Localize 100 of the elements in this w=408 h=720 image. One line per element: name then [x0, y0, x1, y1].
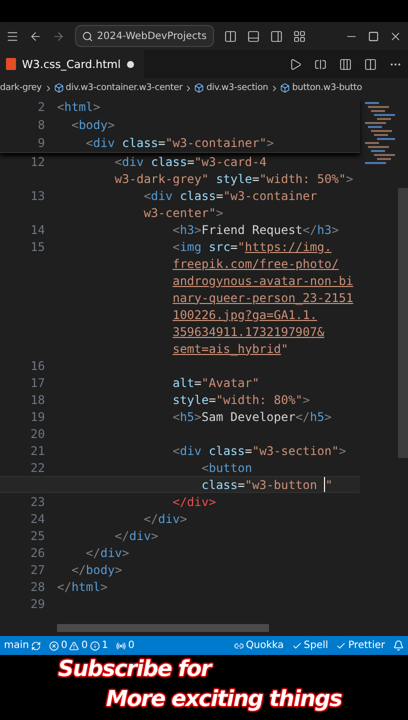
code-token: < [172, 222, 180, 236]
secondary-sidebar-icon[interactable] [270, 30, 283, 42]
search-icon [82, 30, 93, 42]
status-item[interactable]: Quokka [234, 640, 284, 651]
maximize-icon[interactable] [368, 30, 379, 42]
scrollbar-thumb[interactable] [398, 188, 408, 458]
code-token: style [214, 172, 252, 186]
code-token: > [180, 512, 188, 526]
code-token: h5 [180, 410, 194, 424]
ports-status[interactable]: 0 [116, 640, 134, 651]
breadcrumb-item[interactable]: div.w3-section [206, 83, 268, 93]
code-token: > [324, 410, 332, 424]
forward-arrow-icon[interactable] [52, 30, 65, 42]
status-item[interactable]: Prettier [336, 640, 385, 651]
code-token: body [78, 118, 108, 132]
link-icon [234, 640, 244, 650]
layout-grid-icon[interactable] [292, 30, 306, 42]
code-token: androgynous-avatar-non-bi [172, 274, 354, 288]
code-token: div [129, 528, 151, 542]
line-number: 24 [30, 512, 46, 526]
code-token: </ [114, 528, 130, 542]
line-number: 23 [30, 494, 46, 508]
line-number: 21 [30, 444, 46, 458]
code-token: < [172, 240, 180, 254]
problems-status[interactable]: 0 0 1 [49, 640, 108, 651]
line-number: 22 [30, 460, 46, 474]
code-token: class [150, 154, 188, 168]
code-token: = [216, 188, 224, 202]
code-token: " [280, 342, 288, 356]
split-editor-icon[interactable] [364, 58, 377, 70]
run-icon[interactable] [289, 58, 302, 70]
status-item[interactable]: Spell [292, 640, 328, 651]
code-token: div [100, 546, 122, 560]
line-number: 2 [36, 100, 46, 114]
code-token: = [252, 172, 260, 186]
code-token: 359634911.1732197907& [172, 324, 324, 338]
code-token: < [57, 100, 64, 114]
line-number: 16 [30, 358, 46, 372]
code-token: = [230, 240, 238, 254]
code-token: class [200, 478, 238, 492]
element-icon [54, 83, 64, 93]
line-number: 29 [30, 596, 46, 610]
code-token: > [302, 392, 310, 406]
code-token: > [332, 222, 339, 236]
back-arrow-icon[interactable] [29, 30, 42, 42]
code-token: div [158, 512, 180, 526]
info-icon [90, 640, 100, 650]
element-icon [194, 83, 204, 93]
line-number: 27 [30, 562, 46, 576]
code-token: > [194, 222, 202, 236]
code-token: Friend Request [202, 222, 303, 236]
check-icon [336, 640, 346, 650]
code-token: </ [84, 546, 100, 560]
code-token: freepik.com/free-photo/ [172, 256, 339, 270]
code-token: = [244, 444, 252, 458]
menu-icon[interactable] [6, 30, 19, 42]
code-token: = [187, 154, 194, 168]
text-cursor [324, 477, 326, 492]
code-token: > [122, 546, 130, 560]
line-number: 18 [30, 392, 46, 406]
search-field[interactable]: 2024-WebDevProjects [75, 25, 214, 47]
code-token: < [114, 154, 122, 168]
line-number: 15 [30, 240, 46, 254]
code-token: style [172, 392, 209, 406]
code-token: > [194, 410, 202, 424]
code-token: </ [70, 562, 86, 576]
code-token: class [121, 136, 158, 150]
editor-tab[interactable]: W3.css_Card.html [0, 50, 144, 78]
code-token: w3-dark-grey" [114, 172, 209, 186]
notification-icon[interactable] [393, 640, 404, 651]
code-token: > [216, 206, 224, 220]
preview-icon[interactable] [314, 58, 327, 70]
code-token: div [122, 154, 144, 168]
code-token: semt=ais_hybrid [172, 342, 281, 356]
split-preview-icon[interactable] [339, 58, 352, 70]
code-token: </ [302, 222, 318, 236]
code-token: "w3-card-4 [194, 154, 267, 168]
code-token: > [346, 172, 354, 186]
code-token: https://img. [244, 240, 332, 254]
code-token: > [266, 136, 274, 150]
branch-status[interactable]: main [4, 640, 41, 651]
line-number: 14 [30, 222, 46, 236]
sidebar-toggle-icon[interactable] [224, 30, 237, 42]
code-token: button [208, 460, 252, 474]
code-token: > [114, 562, 122, 576]
code-token: src [208, 240, 230, 254]
line-number: 25 [30, 528, 46, 542]
code-token: "width: 80%" [216, 392, 303, 406]
code-token: img [180, 240, 202, 254]
horizontal-scrollbar-thumb[interactable] [57, 624, 269, 632]
breadcrumb-item[interactable]: dark-grey [0, 83, 42, 93]
code-token: = [238, 478, 245, 492]
panel-toggle-icon[interactable] [246, 30, 260, 42]
code-token: = [158, 136, 166, 150]
breadcrumb-item[interactable]: button.w3-butto [292, 83, 362, 93]
code-token: "w3-button [244, 478, 318, 492]
code-token: "Avatar" [202, 376, 260, 390]
line-number: 26 [30, 546, 46, 560]
breadcrumb-item[interactable]: div.w3-container.w3-center [66, 83, 182, 93]
code-token: < [172, 444, 180, 458]
